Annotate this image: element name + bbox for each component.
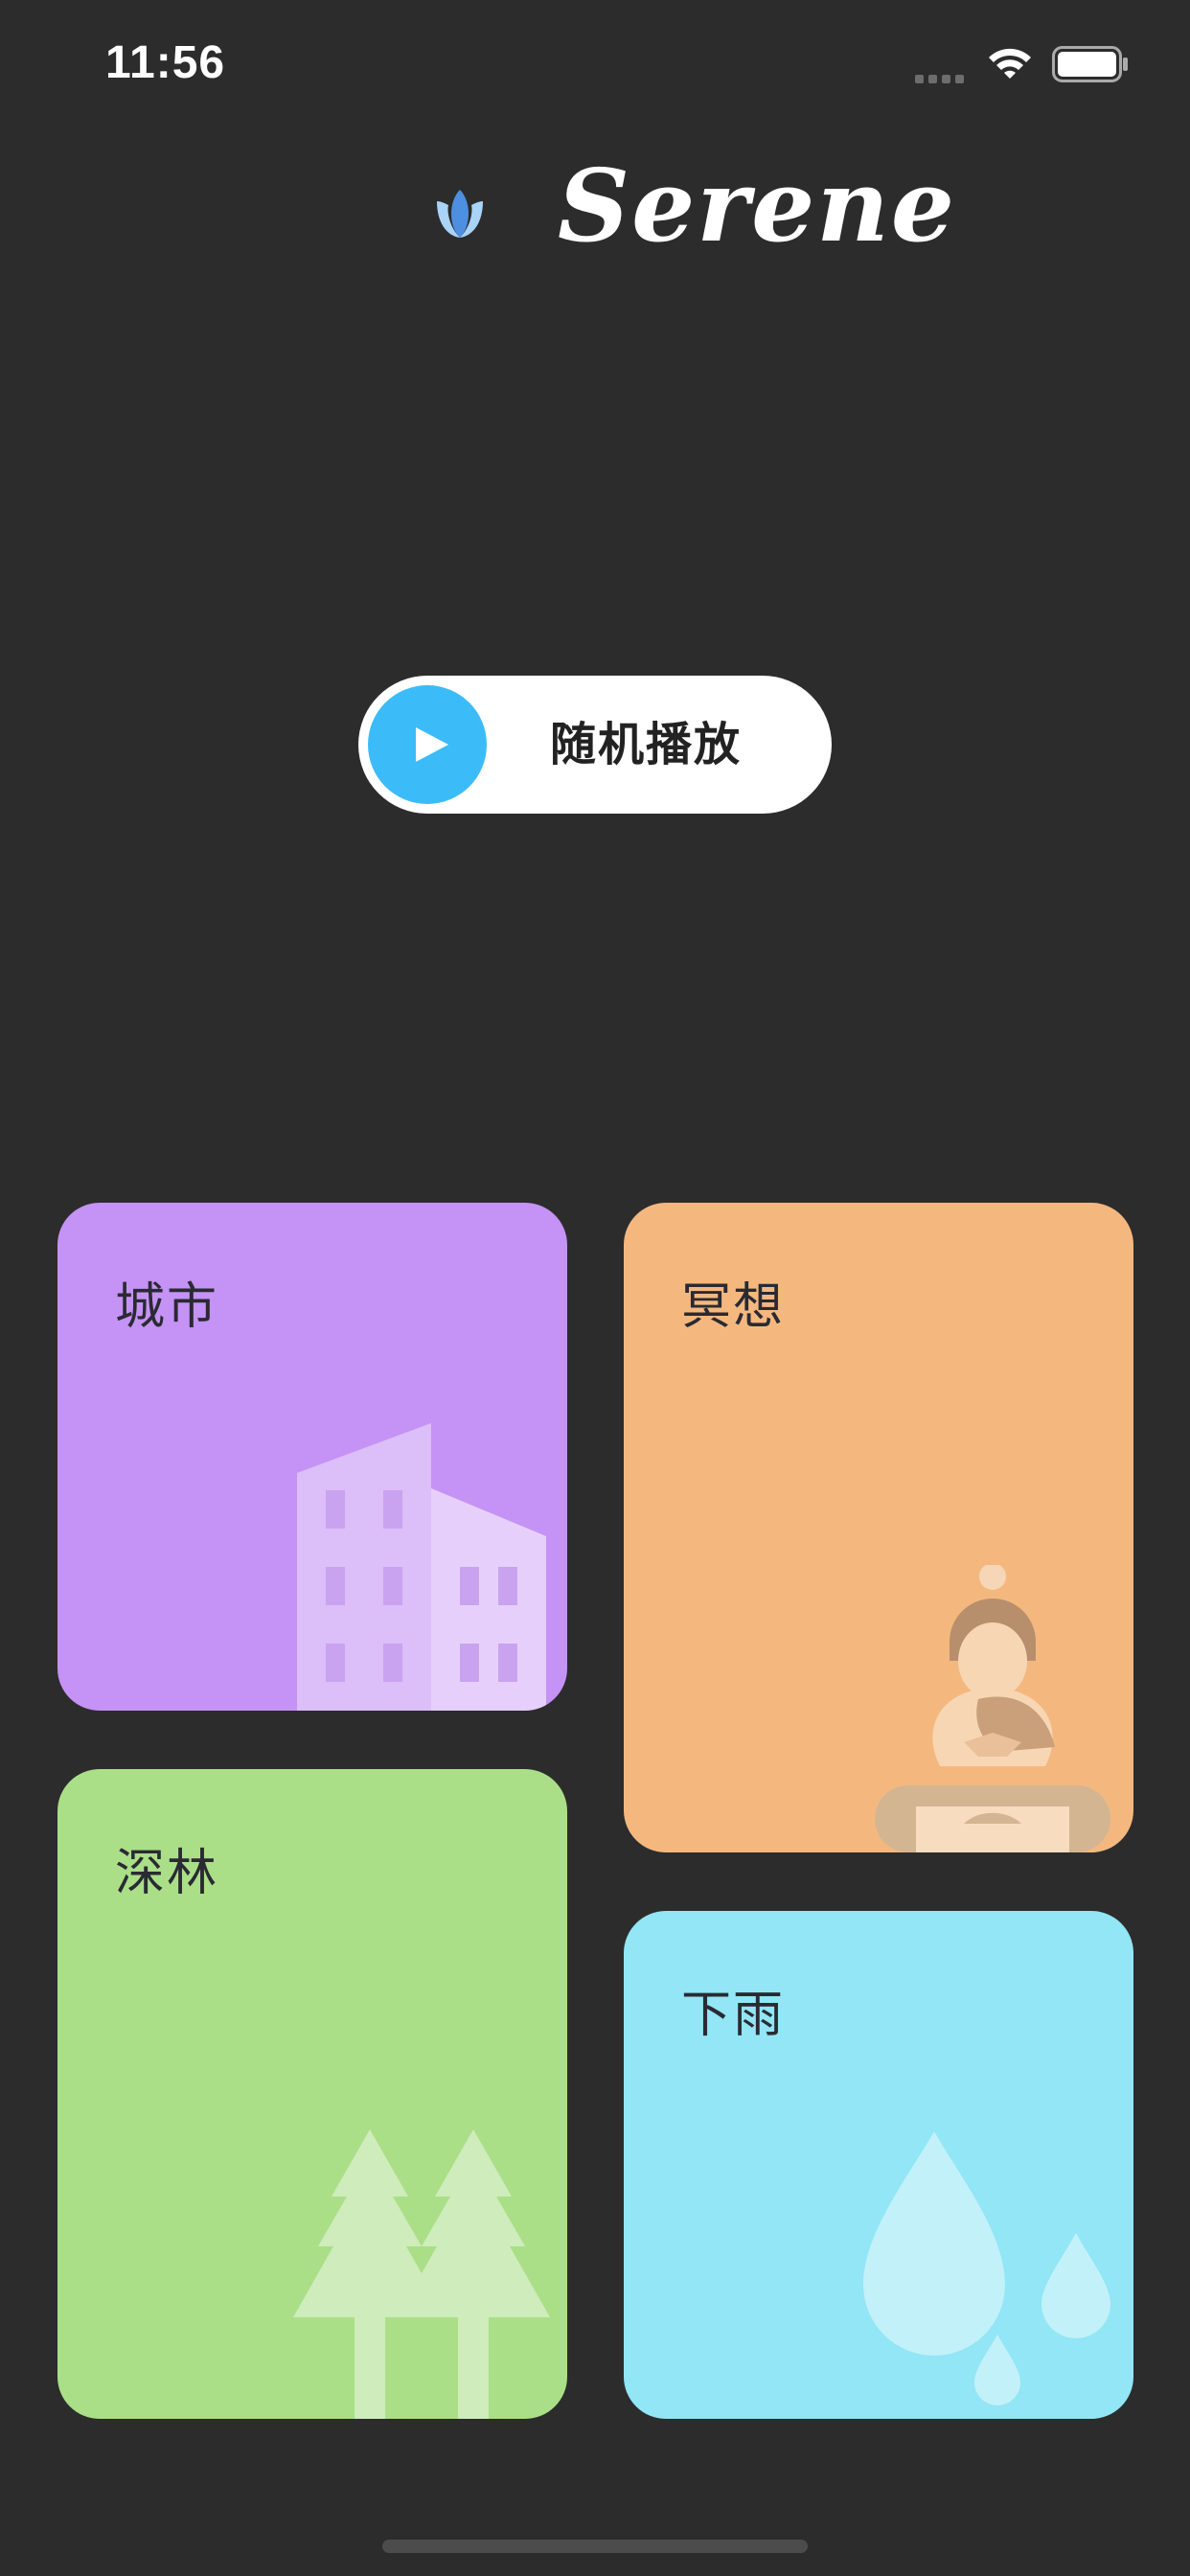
app-header: Serene (0, 144, 1190, 268)
trees-icon (293, 2129, 550, 2419)
home-indicator[interactable] (382, 2540, 808, 2553)
status-bar: 11:56 (0, 0, 1190, 134)
category-title-city: 城市 (115, 1278, 219, 1336)
category-card-rain[interactable]: 下雨 (624, 1911, 1133, 2419)
category-title-forest: 深林 (115, 1845, 219, 1902)
category-card-city[interactable]: 城市 (57, 1203, 567, 1711)
meditation-figure-icon (875, 1565, 1110, 1852)
raindrops-icon (863, 2131, 1110, 2405)
signal-icon (915, 69, 969, 87)
buildings-icon (297, 1423, 546, 1711)
wifi-icon (989, 48, 1031, 79)
shuffle-play-label: 随机播放 (550, 718, 743, 771)
category-card-meditation[interactable]: 冥想 (624, 1203, 1133, 1852)
app-name: Serene (558, 147, 957, 264)
play-button-circle[interactable] (368, 685, 487, 804)
battery-icon (1052, 46, 1128, 82)
play-icon (416, 727, 448, 762)
category-title-meditation: 冥想 (681, 1278, 786, 1336)
status-time: 11:56 (105, 37, 226, 88)
shuffle-play-button[interactable]: 随机播放 (358, 676, 832, 814)
category-title-rain: 下雨 (681, 1987, 786, 2044)
category-card-forest[interactable]: 深林 (57, 1769, 567, 2419)
lotus-icon (437, 190, 483, 238)
